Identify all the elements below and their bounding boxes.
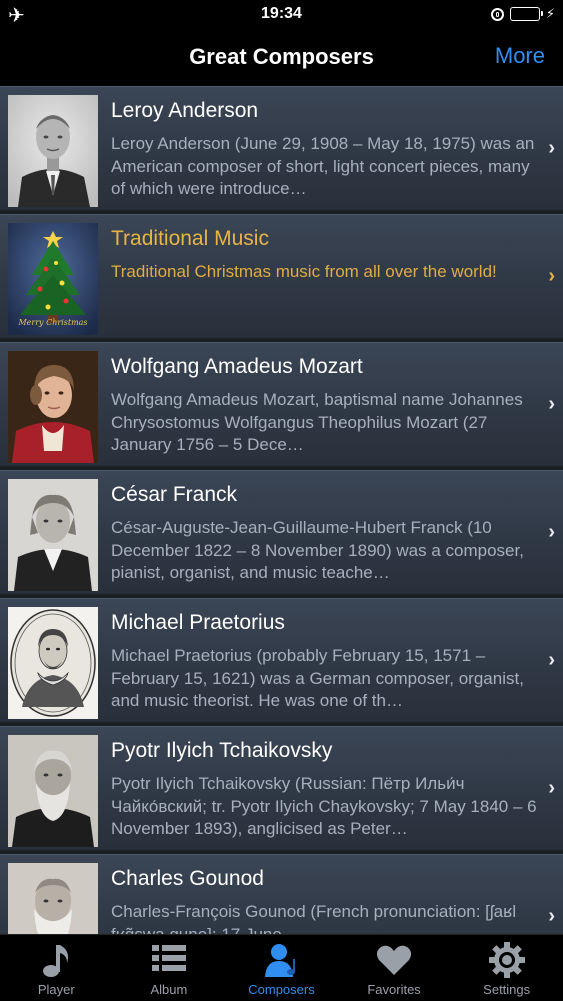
composer-description: Michael Praetorius (probably February 15… — [111, 646, 524, 710]
more-button[interactable]: More — [495, 43, 545, 69]
status-right: ⚡ — [490, 6, 555, 22]
tab-label: Album — [150, 982, 188, 997]
composer-portrait — [8, 735, 98, 847]
tab-settings[interactable]: Settings — [450, 935, 563, 1001]
composer-name: Michael Praetorius — [111, 611, 285, 634]
composer-name: Pyotr Ilyich Tchaikovsky — [111, 739, 333, 762]
tab-label: Composers — [248, 982, 315, 997]
composer-row-cesar-franck[interactable]: César Franck César-Auguste-Jean-Guillaum… — [0, 470, 563, 594]
heart-icon — [338, 941, 451, 979]
tab-player[interactable]: Player — [0, 935, 113, 1001]
tab-album[interactable]: Album — [113, 935, 226, 1001]
chevron-right-icon: › — [548, 137, 555, 159]
list-icon — [113, 941, 226, 979]
composer-description: Traditional Christmas music from all ove… — [111, 262, 497, 281]
navigation-bar: Great Composers More — [0, 30, 563, 86]
composer-portrait — [8, 607, 98, 719]
composer-row-tchaikovsky[interactable]: Pyotr Ilyich Tchaikovsky Pyotr Ilyich Tc… — [0, 726, 563, 850]
composer-name: César Franck — [111, 483, 238, 506]
tab-favorites[interactable]: Favorites — [338, 935, 451, 1001]
battery-icon — [509, 7, 543, 21]
composer-row-leroy-anderson[interactable]: Leroy Anderson Leroy Anderson (June 29, … — [0, 86, 563, 210]
composer-row-traditional-music[interactable]: Merry Christmas Traditional Music Tradit… — [0, 214, 563, 338]
composer-portrait — [8, 863, 98, 934]
composer-portrait — [8, 351, 98, 463]
composer-description: Wolfgang Amadeus Mozart, baptismal name … — [111, 390, 523, 454]
person-icon — [225, 941, 338, 979]
rotation-lock-icon — [490, 7, 504, 21]
image-caption: Merry Christmas — [18, 318, 88, 327]
composer-list[interactable]: Leroy Anderson Leroy Anderson (June 29, … — [0, 86, 563, 934]
page-title: Great Composers — [189, 44, 374, 69]
composer-description: Pyotr Ilyich Tchaikovsky (Russian: Пётр … — [111, 774, 537, 838]
status-time: 19:34 — [261, 5, 302, 22]
music-note-icon — [0, 941, 113, 979]
christmas-tree-image: Merry Christmas — [8, 223, 98, 335]
composer-row-michael-praetorius[interactable]: Michael Praetorius Michael Praetorius (p… — [0, 598, 563, 722]
chevron-right-icon: › — [548, 521, 555, 543]
tab-composers[interactable]: Composers — [225, 935, 338, 1001]
composer-name: Charles Gounod — [111, 867, 264, 890]
tab-label: Settings — [483, 982, 531, 997]
chevron-right-icon: › — [548, 393, 555, 415]
chevron-right-icon: › — [548, 905, 555, 927]
tab-label: Player — [37, 982, 75, 997]
composer-description: Charles-François Gounod (French pronunci… — [111, 902, 517, 934]
charging-icon: ⚡ — [545, 6, 555, 21]
gear-icon — [450, 941, 563, 979]
chevron-right-icon: › — [548, 777, 555, 799]
composer-name: Wolfgang Amadeus Mozart — [111, 355, 363, 378]
composer-row-charles-gounod[interactable]: Charles Gounod Charles-François Gounod (… — [0, 854, 563, 934]
composer-row-mozart[interactable]: Wolfgang Amadeus Mozart Wolfgang Amadeus… — [0, 342, 563, 466]
status-bar: ✈ 19:34 ⚡ — [0, 0, 563, 30]
composer-name: Leroy Anderson — [111, 99, 259, 122]
composer-description: Leroy Anderson (June 29, 1908 – May 18, … — [111, 134, 535, 198]
composer-description: César-Auguste-Jean-Guillaume-Hubert Fran… — [111, 518, 524, 582]
composer-name: Traditional Music — [111, 227, 269, 250]
composer-portrait — [8, 95, 98, 207]
chevron-right-icon: › — [548, 649, 555, 671]
composer-portrait — [8, 479, 98, 591]
tab-label: Favorites — [367, 982, 421, 997]
tab-bar: Player Album Composers Favorites Setting… — [0, 934, 563, 1001]
chevron-right-icon: › — [548, 265, 555, 287]
